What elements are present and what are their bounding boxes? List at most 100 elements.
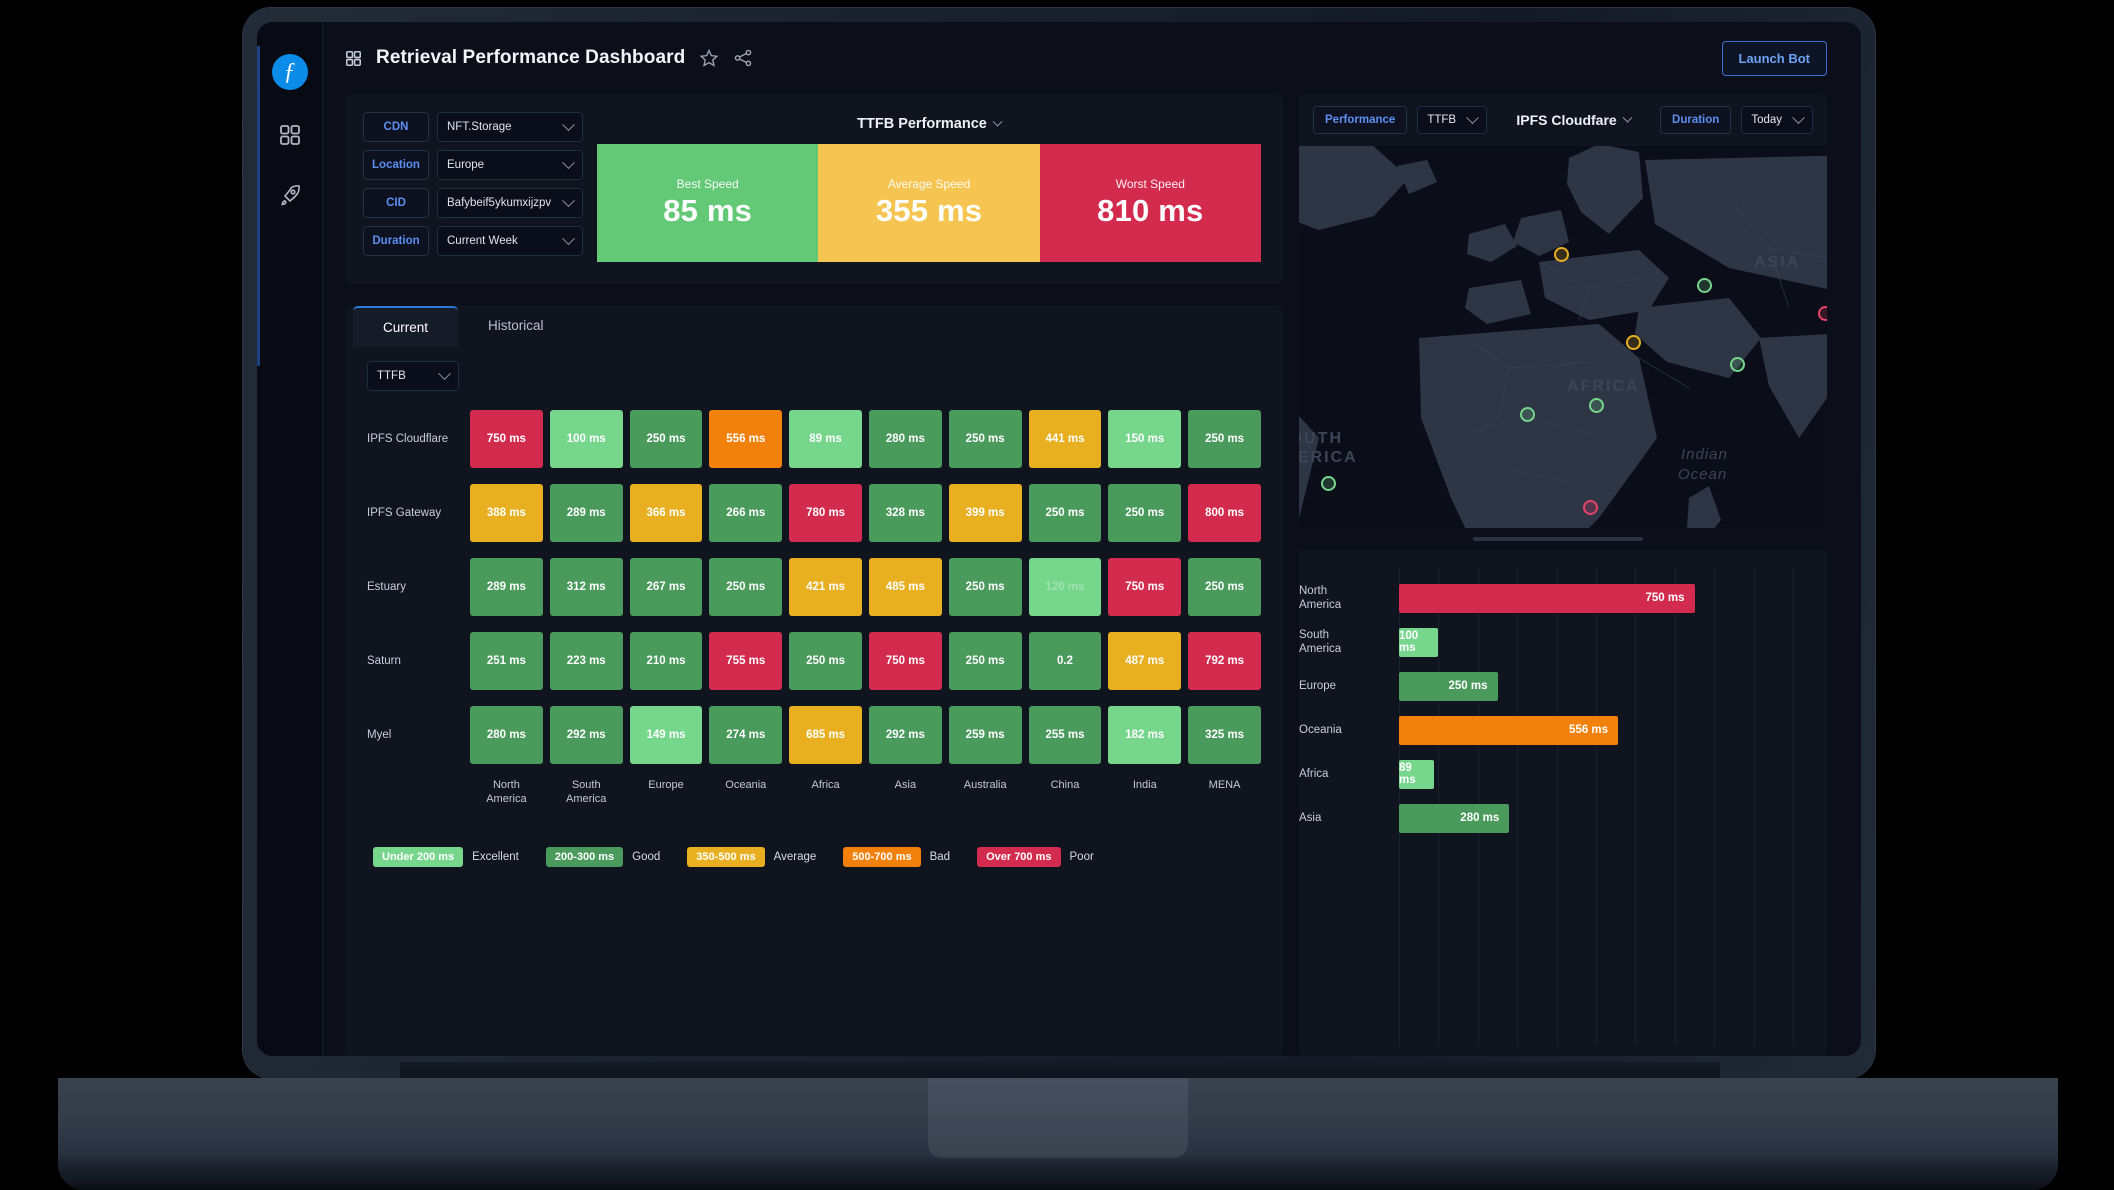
laptop-lid: ƒ Retrieval Performance Dashboard Launch…	[243, 8, 1875, 1078]
duration-value: Today	[1751, 114, 1782, 126]
grid-icon	[345, 50, 362, 67]
bar[interactable]: 750 ms	[1399, 583, 1695, 613]
heatmap-cell[interactable]: 328 ms	[868, 483, 942, 542]
heatmap-cell[interactable]: 280 ms	[868, 409, 942, 468]
map-horizontal-scrollbar[interactable]	[1299, 528, 1827, 550]
heatmap-cell[interactable]: 289 ms	[549, 483, 623, 542]
filter-label-cdn: CDN	[363, 112, 429, 142]
world-map[interactable]: ASIA AFRICA Indian Ocean SOUTH AMERICA	[1299, 146, 1827, 550]
map-marker[interactable]	[1818, 306, 1827, 321]
filter-select-duration[interactable]: Current Week	[437, 226, 583, 256]
heatmap-cell[interactable]: 800 ms	[1188, 483, 1261, 542]
duration-select[interactable]: Today	[1741, 106, 1813, 134]
rocket-icon[interactable]	[275, 180, 305, 210]
heatmap-cell[interactable]: 120 ms	[1028, 557, 1102, 616]
heatmap-cell[interactable]: 421 ms	[789, 557, 862, 616]
heatmap-cell[interactable]: 255 ms	[1028, 705, 1102, 764]
map-marker[interactable]	[1554, 247, 1569, 262]
tab-current[interactable]: Current	[353, 306, 459, 347]
heatmap-metric-select[interactable]: TTFB	[367, 361, 459, 391]
map-marker[interactable]	[1626, 335, 1641, 350]
bar[interactable]: 89 ms	[1399, 759, 1435, 789]
chevron-down-icon	[438, 366, 451, 380]
heatmap-cell[interactable]: 250 ms	[629, 409, 703, 468]
heatmap-cell[interactable]: 210 ms	[629, 631, 703, 690]
heatmap-cell[interactable]: 755 ms	[709, 631, 783, 690]
map-marker[interactable]	[1321, 476, 1336, 491]
heatmap-cell[interactable]: 0.2	[1028, 631, 1102, 690]
star-icon[interactable]	[699, 48, 719, 68]
filter-label-location: Location	[363, 150, 429, 180]
heatmap-cell[interactable]: 250 ms	[1108, 483, 1182, 542]
region-card-title: IPFS Cloudfare	[1516, 112, 1617, 128]
heatmap-cell[interactable]: 685 ms	[789, 705, 862, 764]
bar[interactable]: 556 ms	[1399, 715, 1619, 745]
speed-card: Average Speed 355 ms	[818, 144, 1040, 262]
map-marker[interactable]	[1583, 500, 1598, 515]
heatmap-cell[interactable]: 750 ms	[868, 631, 942, 690]
heatmap-cell[interactable]: 366 ms	[629, 483, 703, 542]
heatmap-cell[interactable]: 441 ms	[1028, 409, 1102, 468]
map-label: Ocean	[1678, 466, 1728, 483]
heatmap-cell[interactable]: 399 ms	[948, 483, 1022, 542]
bar[interactable]: 250 ms	[1399, 671, 1498, 701]
heatmap-cell[interactable]: 251 ms	[470, 631, 543, 690]
bar-row: Africa 89 ms	[1299, 752, 1793, 796]
map-marker[interactable]	[1520, 407, 1535, 422]
heatmap-cell[interactable]: 280 ms	[470, 705, 543, 764]
heatmap-cell[interactable]: 259 ms	[948, 705, 1022, 764]
heatmap-cell[interactable]: 266 ms	[709, 483, 783, 542]
heatmap-cell[interactable]: 250 ms	[709, 557, 783, 616]
heatmap-cell[interactable]: 780 ms	[789, 483, 862, 542]
dashboard-grid-icon[interactable]	[275, 120, 305, 150]
heatmap-cell[interactable]: 89 ms	[789, 409, 862, 468]
heatmap-cell[interactable]: 750 ms	[470, 409, 543, 468]
heatmap-cell[interactable]: 100 ms	[549, 409, 623, 468]
ttfb-title-row[interactable]: TTFB Performance	[597, 116, 1261, 132]
heatmap-cell[interactable]: 267 ms	[629, 557, 703, 616]
bar[interactable]: 100 ms	[1399, 627, 1439, 657]
heatmap-cell[interactable]: 792 ms	[1188, 631, 1261, 690]
share-icon[interactable]	[733, 48, 753, 68]
heatmap-cell[interactable]: 250 ms	[1028, 483, 1102, 542]
heatmap-cell[interactable]: 182 ms	[1108, 705, 1182, 764]
bar-row-label: South America	[1299, 628, 1342, 655]
heatmap-cell[interactable]: 223 ms	[549, 631, 623, 690]
filecoin-logo-icon: ƒ	[271, 54, 308, 90]
duration-pill[interactable]: Duration	[1660, 106, 1732, 134]
performance-pill[interactable]: Performance	[1313, 106, 1408, 134]
heatmap-column-label: Africa	[811, 779, 840, 791]
heatmap-cell[interactable]: 250 ms	[948, 557, 1022, 616]
heatmap-cell[interactable]: 485 ms	[868, 557, 942, 616]
heatmap-cell[interactable]: 750 ms	[1108, 557, 1182, 616]
map-marker[interactable]	[1730, 357, 1745, 372]
region-card-title-row[interactable]: IPFS Cloudfare	[1497, 112, 1650, 128]
heatmap-cell[interactable]: 556 ms	[709, 409, 783, 468]
tab-historical[interactable]: Historical	[458, 306, 574, 347]
bar[interactable]: 280 ms	[1399, 803, 1510, 833]
heatmap-cell[interactable]: 274 ms	[709, 705, 783, 764]
legend-chip: 350-500 ms	[687, 846, 765, 867]
heatmap-cell[interactable]: 487 ms	[1108, 631, 1182, 690]
heatmap-cell[interactable]: 250 ms	[789, 631, 862, 690]
heatmap-cell[interactable]: 149 ms	[629, 705, 703, 764]
heatmap-cell[interactable]: 150 ms	[1108, 409, 1182, 468]
map-marker[interactable]	[1697, 278, 1712, 293]
heatmap-cell[interactable]: 250 ms	[1188, 409, 1261, 468]
right-metric-select[interactable]: TTFB	[1417, 106, 1488, 134]
heatmap-cell[interactable]: 292 ms	[868, 705, 942, 764]
heatmap-cell[interactable]: 292 ms	[549, 705, 623, 764]
launch-bot-button[interactable]: Launch Bot	[1721, 40, 1827, 76]
heatmap-cell[interactable]: 325 ms	[1188, 705, 1261, 764]
heatmap-cell[interactable]: 250 ms	[1188, 557, 1261, 616]
map-marker[interactable]	[1589, 398, 1604, 413]
heatmap-cell[interactable]: 250 ms	[948, 631, 1022, 690]
heatmap-cell[interactable]: 312 ms	[549, 557, 623, 616]
heatmap-cell[interactable]: 388 ms	[470, 483, 543, 542]
heatmap-cell[interactable]: 250 ms	[948, 409, 1022, 468]
heatmap-cell[interactable]: 289 ms	[470, 557, 543, 616]
filter-select-cid[interactable]: Bafybeif5ykumxijzpv	[437, 188, 583, 218]
filter-select-cdn[interactable]: NFT.Storage	[437, 112, 583, 142]
filter-select-location[interactable]: Europe	[437, 150, 583, 180]
map-label: SOUTH	[1299, 430, 1343, 447]
